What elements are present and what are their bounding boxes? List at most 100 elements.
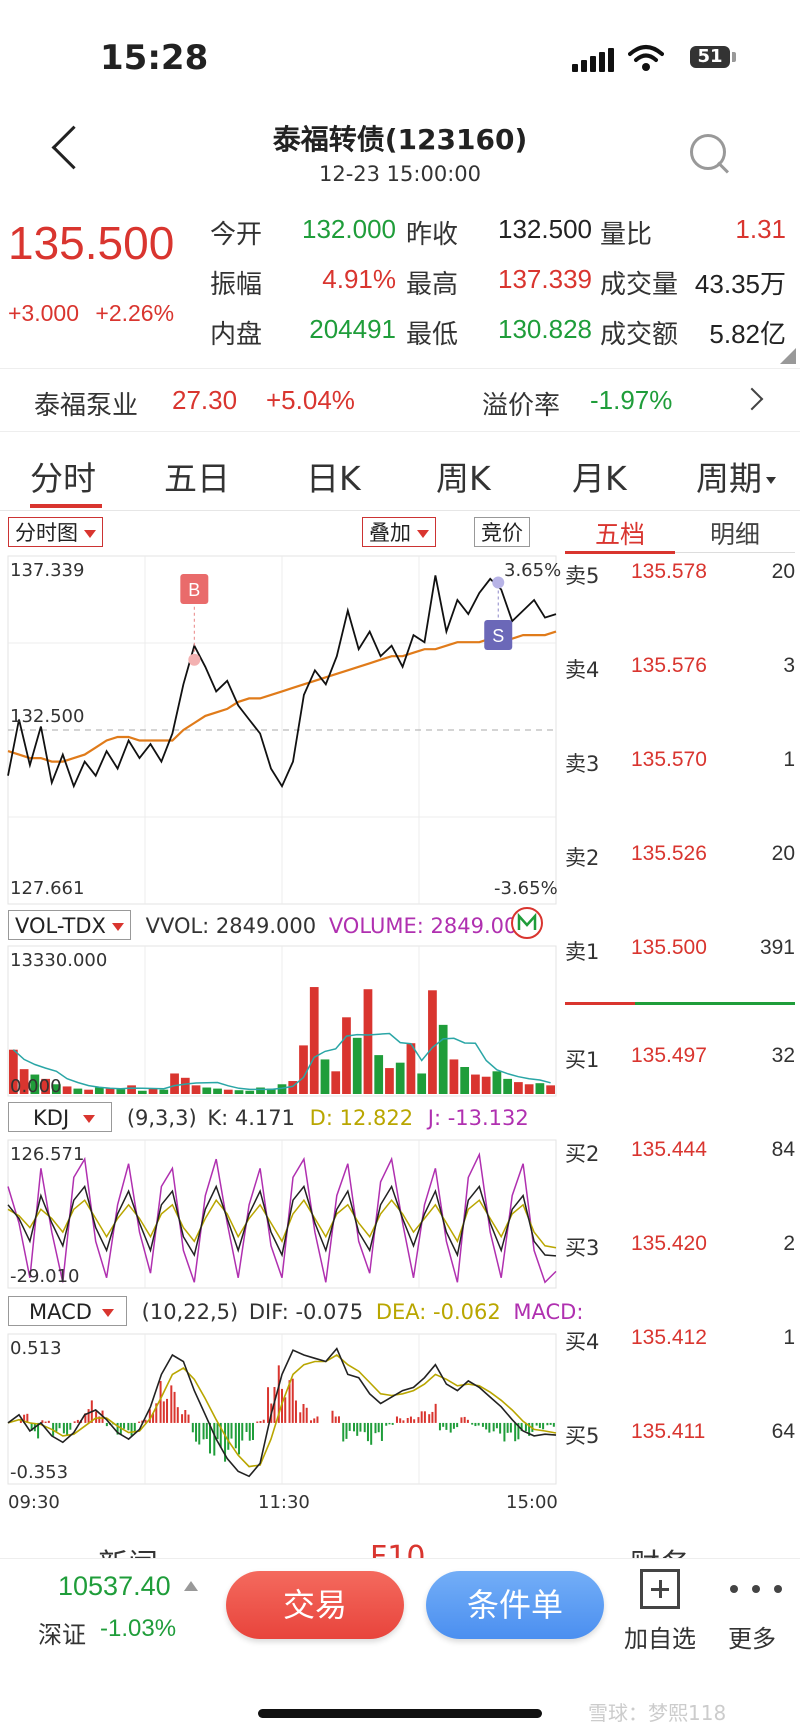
- volume-bar: [213, 1088, 222, 1094]
- order-book-row[interactable]: 卖2 135.526 20: [565, 842, 795, 872]
- volume-bar: [481, 1076, 491, 1094]
- volume-bar: [127, 1085, 136, 1094]
- book-price: 135.420: [631, 1232, 707, 1255]
- volume-bar: [342, 1017, 351, 1094]
- order-book-row[interactable]: 卖3 135.570 1: [565, 748, 795, 778]
- book-volume: 391: [759, 936, 795, 959]
- order-book-row[interactable]: 买1 135.497 32: [565, 1044, 795, 1074]
- caret-down-icon: [83, 1115, 96, 1123]
- order-book-row[interactable]: 买5 135.411 64: [565, 1420, 795, 1450]
- tab-period-caret-icon: [766, 477, 776, 484]
- macd-indicator-select[interactable]: MACD: [8, 1296, 127, 1326]
- conditional-order-button[interactable]: 条件单: [426, 1571, 604, 1639]
- price-pct-top: 3.65%: [504, 560, 562, 581]
- tab-period[interactable]: 周期: [696, 452, 776, 500]
- quote-value: 5.82亿: [709, 319, 786, 349]
- volume-bar: [492, 1071, 502, 1094]
- caret-down-icon: [101, 1309, 114, 1317]
- order-book-row[interactable]: 买2 135.444 84: [565, 1138, 795, 1168]
- volume-bar: [105, 1088, 115, 1094]
- more-dots-icon: [730, 1585, 786, 1593]
- book-tab-baseline: [675, 552, 795, 553]
- volume-bar: [406, 1043, 416, 1094]
- trade-button[interactable]: 交易: [226, 1571, 404, 1639]
- chevron-right-icon: [740, 387, 764, 411]
- battery-icon: 51: [690, 46, 730, 68]
- volume-bar: [374, 1055, 384, 1094]
- x-label-noon: 11:30: [258, 1492, 310, 1513]
- tab-finance[interactable]: 财务: [630, 1540, 690, 1560]
- home-indicator: [258, 1709, 542, 1718]
- volume-bar: [94, 1087, 104, 1094]
- trade-label: 交易: [282, 1586, 347, 1624]
- book-level-label: 买1: [565, 1048, 600, 1072]
- order-book-row[interactable]: 卖4 135.576 3: [565, 654, 795, 684]
- vvol-value: VVOL: 2849.000: [145, 914, 317, 938]
- macd-params: (10,22,5): [141, 1300, 239, 1324]
- volume-bar: [438, 1024, 448, 1094]
- volume-bar: [385, 1068, 394, 1094]
- volume-bar: [352, 1037, 362, 1094]
- volume-bar: [395, 1062, 405, 1094]
- book-price: 135.412: [631, 1326, 707, 1349]
- buy-marker-dot: [188, 653, 201, 666]
- tab-monthly-k[interactable]: 月K: [572, 452, 627, 500]
- more-label: 更多: [728, 1625, 776, 1653]
- book-volume: 3: [783, 654, 795, 677]
- volume-bar: [460, 1066, 470, 1094]
- order-book-row[interactable]: 卖1 135.500 391: [565, 936, 795, 966]
- vol-y-top: 13330.000: [10, 950, 108, 971]
- volume-bar: [245, 1090, 255, 1094]
- expand-corner-icon[interactable]: [780, 348, 796, 364]
- volume-bar: [234, 1090, 244, 1094]
- tab-f10[interactable]: F10: [370, 1540, 425, 1560]
- book-divider-ask: [565, 1002, 635, 1005]
- volume-bar: [84, 1089, 93, 1094]
- tab-five-levels[interactable]: 五档: [595, 515, 645, 551]
- volume-bar: [159, 1089, 169, 1094]
- volume-bar: [299, 1045, 308, 1094]
- volume-bar: [180, 1077, 190, 1094]
- caret-down-icon: [111, 923, 124, 931]
- volume-bar: [363, 989, 373, 1094]
- premium-value: -1.97%: [590, 385, 673, 415]
- macd-legend: MACD (10,22,5) DIF: -0.075 DEA: -0.062 M…: [8, 1296, 583, 1326]
- quote-label: 成交量: [600, 270, 679, 300]
- x-label-close: 15:00: [506, 1492, 558, 1513]
- book-divider: [565, 1002, 795, 1005]
- kdj-k: K: 4.171: [207, 1106, 295, 1130]
- kdj-params: (9,3,3): [126, 1106, 197, 1130]
- kdj-indicator-select[interactable]: KDJ: [8, 1102, 113, 1132]
- price-y-mid: 132.500: [10, 706, 85, 727]
- order-book-row[interactable]: 买3 135.420 2: [565, 1232, 795, 1262]
- add-watchlist-button[interactable]: 加自选: [622, 1569, 702, 1659]
- volume-value: VOLUME: 2849.000: [328, 914, 531, 938]
- tab-news[interactable]: 新闻: [98, 1540, 158, 1560]
- kdj-legend: KDJ (9,3,3) K: 4.171 D: 12.822 J: -13.13…: [8, 1102, 529, 1132]
- volume-bar: [449, 1059, 459, 1094]
- kdj-select-label: KDJ: [33, 1106, 70, 1130]
- signal-icon: [572, 48, 614, 72]
- index-value[interactable]: 10537.40: [58, 1571, 171, 1602]
- battery-tip: [732, 52, 736, 62]
- indicator-m-icon[interactable]: [510, 906, 544, 940]
- vol-select-label: VOL-TDX: [15, 914, 106, 938]
- more-button[interactable]: 更多: [722, 1569, 792, 1659]
- sell-marker-label: S: [492, 626, 504, 646]
- vol-indicator-select[interactable]: VOL-TDX: [8, 910, 131, 940]
- book-price: 135.411: [631, 1420, 706, 1443]
- book-volume: 84: [771, 1138, 795, 1161]
- volume-bar: [170, 1073, 179, 1094]
- quote-label: 成交额: [600, 320, 679, 350]
- order-book-row[interactable]: 卖5 135.578 20: [565, 560, 795, 590]
- macd-select-label: MACD: [29, 1300, 92, 1324]
- quote-label: 量比: [600, 220, 653, 250]
- volume-bar: [428, 990, 437, 1094]
- book-level-label: 卖3: [565, 752, 600, 776]
- sell-marker-dot: [492, 576, 505, 589]
- quote-value: 1.31: [735, 214, 786, 244]
- tab-details[interactable]: 明细: [710, 515, 760, 551]
- order-book-row[interactable]: 买4 135.412 1: [565, 1326, 795, 1356]
- book-price: 135.576: [631, 654, 707, 677]
- volume-bar: [417, 1073, 427, 1094]
